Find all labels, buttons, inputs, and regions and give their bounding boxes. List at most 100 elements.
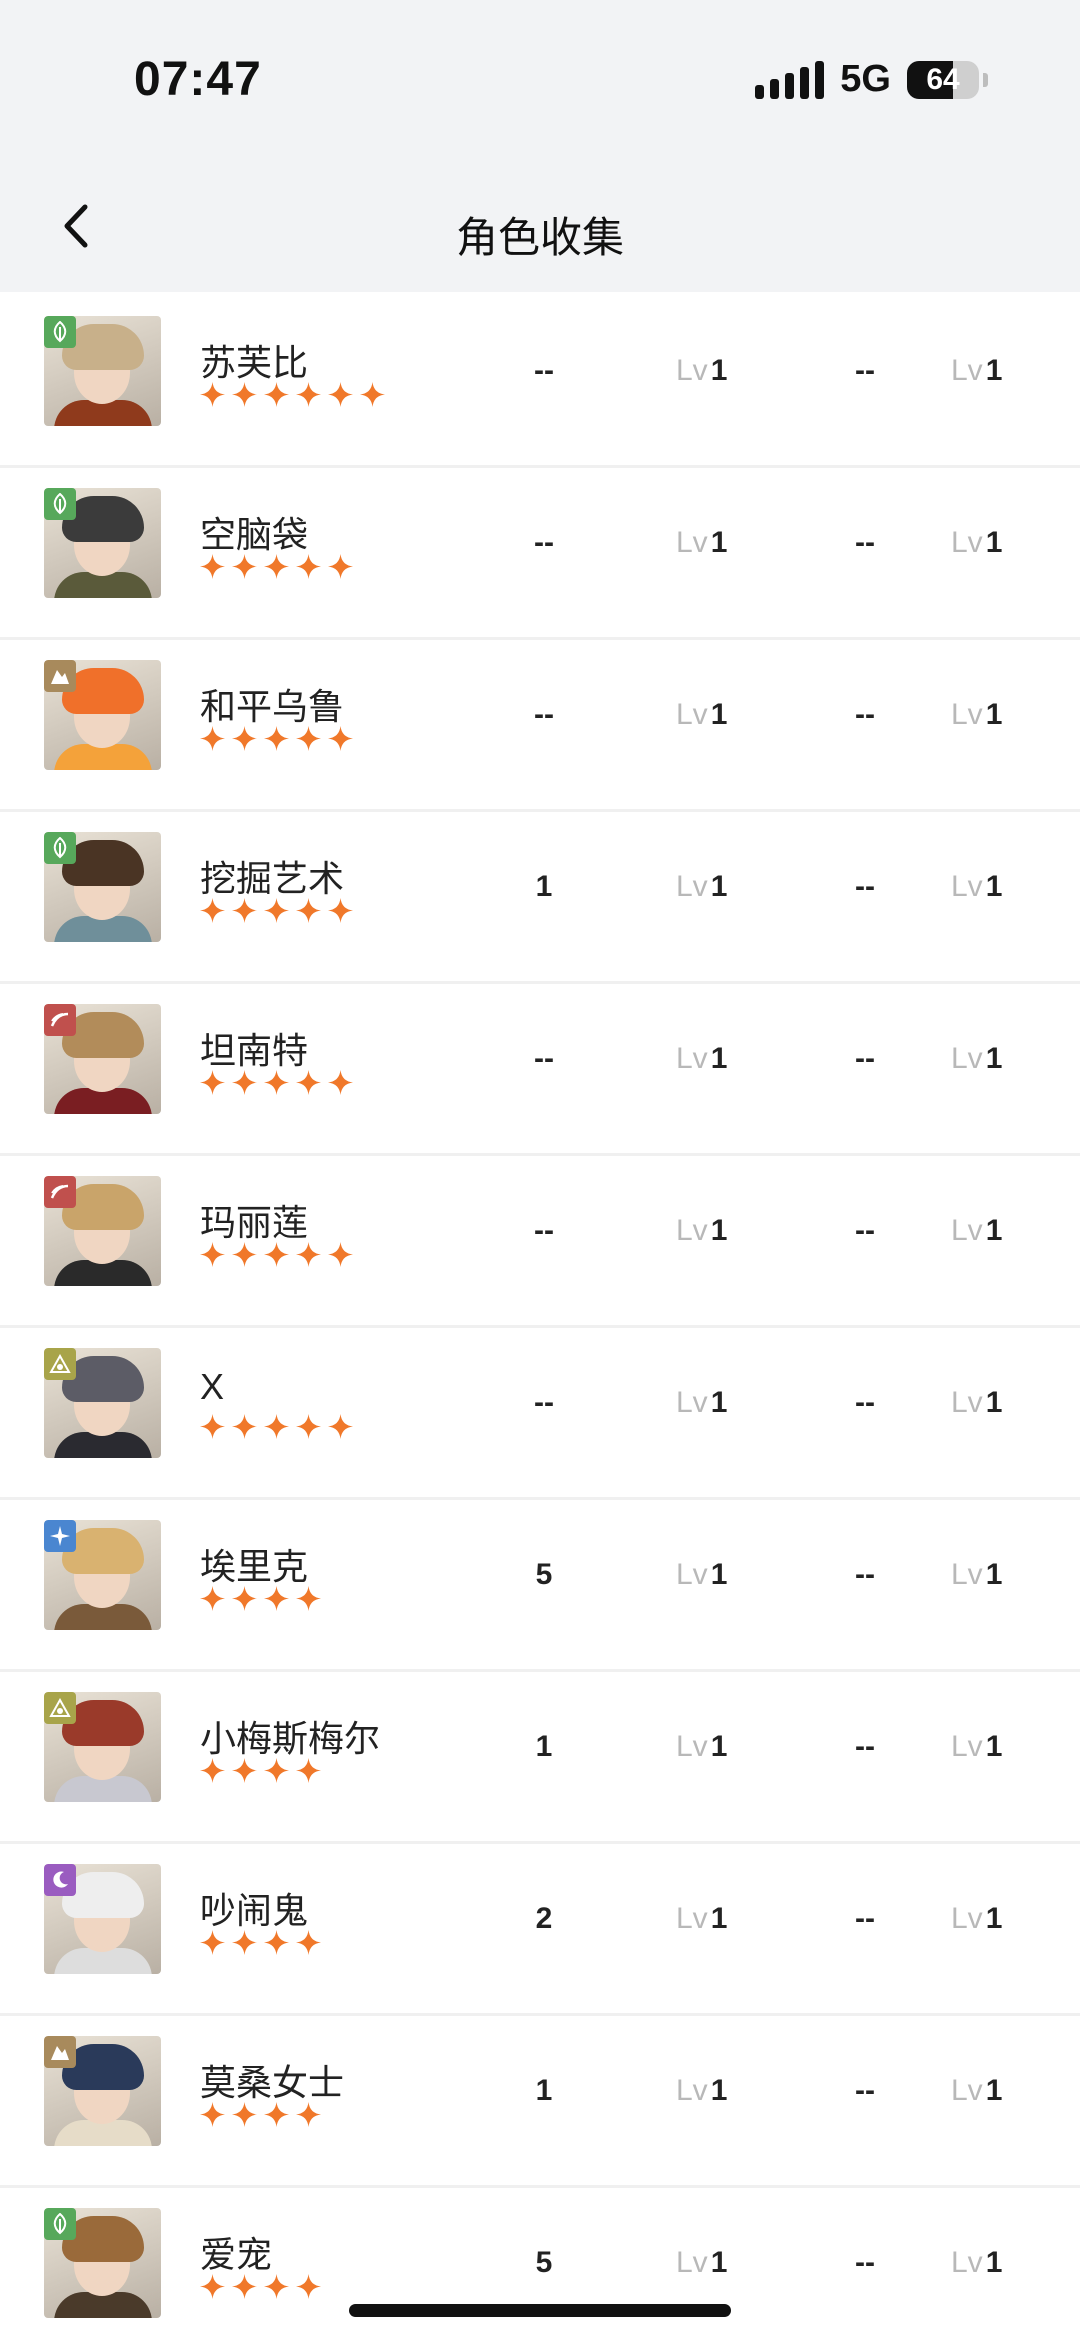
level-value: 1 xyxy=(985,1902,1003,1935)
star-icon xyxy=(200,382,225,407)
value-col-1: 1 xyxy=(535,2074,553,2107)
level-col-2: Lv 1 xyxy=(951,296,1031,446)
lv-prefix: Lv xyxy=(676,1902,708,1935)
character-row[interactable]: 苏芙比 -- Lv 1 -- Lv 1 xyxy=(0,296,1080,468)
character-row[interactable]: 坦南特 -- Lv 1 -- Lv 1 xyxy=(0,984,1080,1156)
avatar xyxy=(44,832,161,942)
level-value: 1 xyxy=(985,1386,1003,1419)
level-value: 1 xyxy=(710,1386,728,1419)
star-icon xyxy=(200,1758,225,1783)
level-value: 1 xyxy=(985,1214,1003,1247)
character-row[interactable]: 埃里克 5 Lv 1 -- Lv 1 xyxy=(0,1500,1080,1672)
value-col-3: -- xyxy=(855,698,875,731)
level-col-2: Lv 1 xyxy=(951,640,1031,790)
value-col-3: -- xyxy=(855,1558,875,1591)
star-icon xyxy=(328,726,353,751)
star-icon xyxy=(200,2274,225,2299)
lv-prefix: Lv xyxy=(951,1214,983,1247)
star-icon xyxy=(328,1414,353,1439)
character-row[interactable]: 爱宠 5 Lv 1 -- Lv 1 xyxy=(0,2188,1080,2341)
star-icon xyxy=(328,1242,353,1267)
star-icon xyxy=(328,1070,353,1095)
level-value: 1 xyxy=(985,2074,1003,2107)
star-icon xyxy=(296,2102,321,2127)
character-name: 吵闹鬼 xyxy=(200,1890,309,1931)
value-col-1: 2 xyxy=(535,1902,553,1935)
avatar xyxy=(44,2208,161,2318)
signal-icon xyxy=(755,60,825,99)
character-row[interactable]: 挖掘艺术 1 Lv 1 -- Lv 1 xyxy=(0,812,1080,984)
star-rating xyxy=(200,554,353,579)
star-icon xyxy=(200,1070,225,1095)
character-name: 莫桑女士 xyxy=(200,2062,345,2103)
character-row[interactable]: 莫桑女士 1 Lv 1 -- Lv 1 xyxy=(0,2016,1080,2188)
level-col-2: Lv 1 xyxy=(951,1500,1031,1650)
level-value: 1 xyxy=(710,2246,728,2279)
value-col-1: -- xyxy=(534,1042,554,1075)
character-row[interactable]: 小梅斯梅尔 1 Lv 1 -- Lv 1 xyxy=(0,1672,1080,1844)
character-name: 小梅斯梅尔 xyxy=(200,1718,381,1759)
star-icon xyxy=(232,1930,257,1955)
level-value: 1 xyxy=(985,1730,1003,1763)
rock-icon xyxy=(44,2036,76,2068)
rock-icon xyxy=(44,660,76,692)
character-row[interactable]: 吵闹鬼 2 Lv 1 -- Lv 1 xyxy=(0,1844,1080,2016)
level-value: 1 xyxy=(710,354,728,387)
character-row[interactable]: 和平乌鲁 -- Lv 1 -- Lv 1 xyxy=(0,640,1080,812)
lv-prefix: Lv xyxy=(951,698,983,731)
value-col-3: -- xyxy=(855,1902,875,1935)
level-col-1: Lv 1 xyxy=(676,1156,756,1306)
level-col-1: Lv 1 xyxy=(676,2016,756,2166)
lv-prefix: Lv xyxy=(951,1902,983,1935)
star-icon xyxy=(264,726,289,751)
home-indicator[interactable] xyxy=(349,2304,731,2317)
character-name: 和平乌鲁 xyxy=(200,686,345,727)
level-col-1: Lv 1 xyxy=(676,1844,756,1994)
character-name: 空脑袋 xyxy=(200,514,309,555)
level-col-2: Lv 1 xyxy=(951,1844,1031,1994)
value-col-1: -- xyxy=(534,354,554,387)
level-col-1: Lv 1 xyxy=(676,1500,756,1650)
lv-prefix: Lv xyxy=(676,526,708,559)
value-col-3: -- xyxy=(855,354,875,387)
star-icon xyxy=(200,1930,225,1955)
beast-icon xyxy=(44,1004,76,1036)
avatar xyxy=(44,488,161,598)
character-row[interactable]: 玛丽莲 -- Lv 1 -- Lv 1 xyxy=(0,1156,1080,1328)
nav-bar: 角色收集 xyxy=(0,160,1080,292)
lv-prefix: Lv xyxy=(951,1558,983,1591)
level-value: 1 xyxy=(710,526,728,559)
star-icon xyxy=(264,1586,289,1611)
value-col-1: -- xyxy=(534,526,554,559)
lv-prefix: Lv xyxy=(676,2246,708,2279)
star-icon xyxy=(296,1758,321,1783)
avatar xyxy=(44,1520,161,1630)
lv-prefix: Lv xyxy=(676,1730,708,1763)
status-indicators: 5G 64 xyxy=(755,58,988,101)
star-rating xyxy=(200,1242,353,1267)
star-icon xyxy=(232,554,257,579)
character-row[interactable]: X -- Lv 1 -- Lv 1 xyxy=(0,1328,1080,1500)
level-col-1: Lv 1 xyxy=(676,1672,756,1822)
level-value: 1 xyxy=(985,698,1003,731)
star-icon xyxy=(232,1414,257,1439)
star-icon xyxy=(264,1414,289,1439)
character-name: 挖掘艺术 xyxy=(200,858,345,899)
star-icon xyxy=(264,1242,289,1267)
level-value: 1 xyxy=(710,698,728,731)
level-col-2: Lv 1 xyxy=(951,812,1031,962)
level-col-2: Lv 1 xyxy=(951,1672,1031,1822)
value-col-3: -- xyxy=(855,1214,875,1247)
avatar xyxy=(44,316,161,426)
star-icon xyxy=(296,726,321,751)
star-icon xyxy=(200,1414,225,1439)
character-row[interactable]: 空脑袋 -- Lv 1 -- Lv 1 xyxy=(0,468,1080,640)
value-col-1: 1 xyxy=(535,1730,553,1763)
star-icon xyxy=(296,2274,321,2299)
level-col-1: Lv 1 xyxy=(676,1328,756,1478)
star-icon xyxy=(232,898,257,923)
lv-prefix: Lv xyxy=(951,870,983,903)
star-triangle-icon xyxy=(44,1348,76,1380)
value-col-3: -- xyxy=(855,870,875,903)
level-value: 1 xyxy=(710,1730,728,1763)
